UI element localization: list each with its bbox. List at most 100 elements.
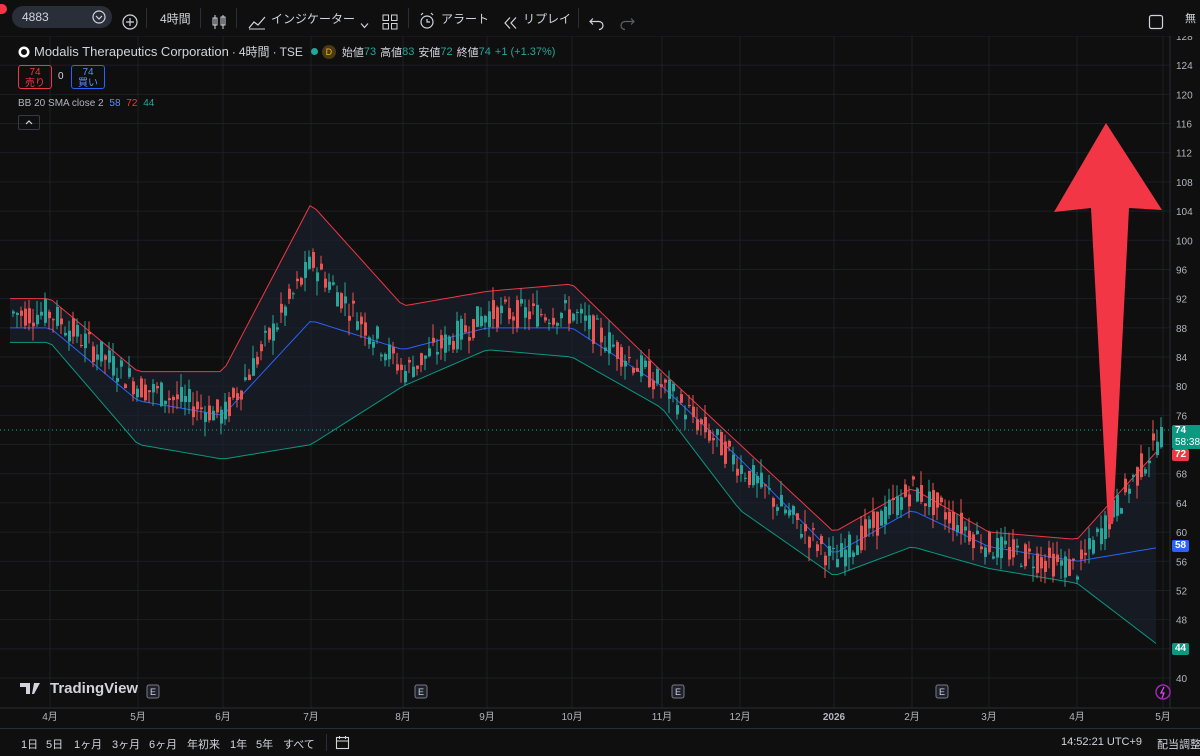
- candle-body: [772, 498, 775, 507]
- replay-button[interactable]: リプレイ: [523, 6, 571, 30]
- candle-body: [580, 308, 583, 314]
- candle-body: [720, 432, 723, 456]
- symbol-info-icon[interactable]: [92, 10, 106, 24]
- candle-body: [532, 303, 535, 307]
- replay-icon[interactable]: [502, 11, 518, 35]
- candle-body: [384, 354, 387, 361]
- clock-time[interactable]: 14:52:21 UTC+9: [1061, 736, 1142, 748]
- candle-body: [460, 318, 463, 340]
- candle-body: [272, 323, 275, 341]
- collapse-legend-button[interactable]: [18, 115, 40, 130]
- candle-body: [812, 528, 815, 530]
- candle-type-icon[interactable]: [211, 10, 227, 34]
- candle-body: [372, 341, 375, 348]
- dividend-adjust-toggle[interactable]: 配当調整: [1157, 736, 1200, 752]
- bb-legend[interactable]: BB 20 SMA close 2 58 72 44: [18, 98, 154, 109]
- candle-body: [436, 351, 439, 355]
- candle-body: [1020, 565, 1023, 567]
- layout-grid-icon[interactable]: [382, 10, 398, 34]
- indicators-icon[interactable]: [248, 10, 266, 34]
- candle-body: [1116, 495, 1119, 516]
- candle-body: [616, 342, 619, 359]
- candle-body: [1096, 528, 1099, 533]
- candle-body: [620, 347, 623, 367]
- price-tick-label: 108: [1176, 178, 1193, 189]
- candle-body: [808, 537, 811, 548]
- price-tick-label: 124: [1176, 61, 1193, 72]
- candle-body: [664, 379, 667, 383]
- candle-body: [708, 429, 711, 441]
- price-tick-label: 56: [1176, 557, 1188, 568]
- legend: Modalis Therapeutics Corporation · 4時間 ·…: [18, 43, 555, 60]
- candle-body: [688, 404, 691, 407]
- calendar-goto-icon[interactable]: [335, 735, 350, 750]
- high-value: 83: [402, 45, 415, 58]
- interval-button[interactable]: 4時間: [160, 6, 191, 30]
- candle-body: [520, 299, 523, 304]
- candle-body: [1004, 540, 1007, 545]
- candle-body: [804, 524, 807, 532]
- range-button[interactable]: 年初来: [187, 736, 220, 752]
- candle-body: [60, 318, 63, 325]
- range-button[interactable]: 6ヶ月: [149, 736, 177, 752]
- notification-dot: [0, 4, 7, 14]
- range-button[interactable]: 5日: [46, 736, 63, 752]
- candle-body: [80, 344, 83, 346]
- candle-body: [968, 530, 971, 542]
- candle-body: [760, 472, 763, 488]
- candle-body: [72, 318, 75, 337]
- range-button[interactable]: すべて: [283, 736, 315, 752]
- time-tick-label: 2月: [904, 711, 920, 723]
- alarm-clock-icon[interactable]: [418, 9, 436, 33]
- buy-button[interactable]: 74 買い: [71, 65, 105, 89]
- range-button[interactable]: 3ヶ月: [112, 736, 140, 752]
- price-tick-label: 96: [1176, 265, 1188, 276]
- candle-body: [156, 386, 159, 389]
- candle-body: [1012, 539, 1015, 558]
- range-button[interactable]: 5年: [256, 736, 273, 752]
- candle-body: [996, 538, 999, 558]
- candle-body: [92, 346, 95, 362]
- d-badge[interactable]: D: [321, 44, 336, 59]
- sell-button[interactable]: 74 売り: [18, 65, 52, 89]
- symbol-name[interactable]: Modalis Therapeutics Corporation: [34, 44, 229, 59]
- price-tick-label: 88: [1176, 324, 1188, 335]
- candle-body: [236, 393, 239, 401]
- buy-label: 買い: [78, 78, 98, 89]
- undo-icon[interactable]: [589, 11, 604, 35]
- candle-body: [1124, 478, 1127, 493]
- alert-button[interactable]: アラート: [441, 6, 489, 30]
- candle-body: [852, 552, 855, 557]
- candle-body: [1092, 540, 1095, 554]
- symbol-search-input[interactable]: 4883: [12, 6, 112, 28]
- candle-body: [292, 293, 295, 295]
- range-button[interactable]: 1ヶ月: [74, 736, 102, 752]
- right-panel-label[interactable]: 無: [1185, 6, 1196, 30]
- candle-body: [776, 507, 779, 511]
- candle-body: [952, 511, 955, 531]
- candle-body: [276, 327, 279, 330]
- open-value: 73: [363, 45, 377, 58]
- candle-body: [388, 344, 391, 360]
- candle-body: [972, 534, 975, 549]
- candle-body: [960, 512, 963, 534]
- candle-body: [1144, 469, 1147, 474]
- add-symbol-icon[interactable]: [122, 10, 138, 34]
- fullscreen-checkbox-icon[interactable]: [1148, 10, 1164, 34]
- candle-body: [492, 300, 495, 319]
- candle-body: [216, 399, 219, 413]
- price-chart[interactable]: 128 124 120 116 112 108 104 100 96 92 88 84 80 76 72 68…: [0, 36, 1200, 725]
- candle-body: [96, 354, 99, 360]
- candle-body: [412, 366, 415, 377]
- high-label: 高値: [380, 46, 403, 59]
- candle-body: [452, 341, 455, 350]
- range-button[interactable]: 1年: [230, 736, 247, 752]
- indicators-button[interactable]: インジケーター: [271, 6, 355, 30]
- range-button[interactable]: 1日: [21, 736, 38, 752]
- candle-body: [136, 388, 139, 398]
- chevron-down-icon[interactable]: [360, 14, 369, 38]
- candle-body: [864, 519, 867, 538]
- candle-body: [408, 359, 411, 363]
- redo-icon[interactable]: [620, 11, 635, 35]
- candle-body: [1140, 453, 1143, 478]
